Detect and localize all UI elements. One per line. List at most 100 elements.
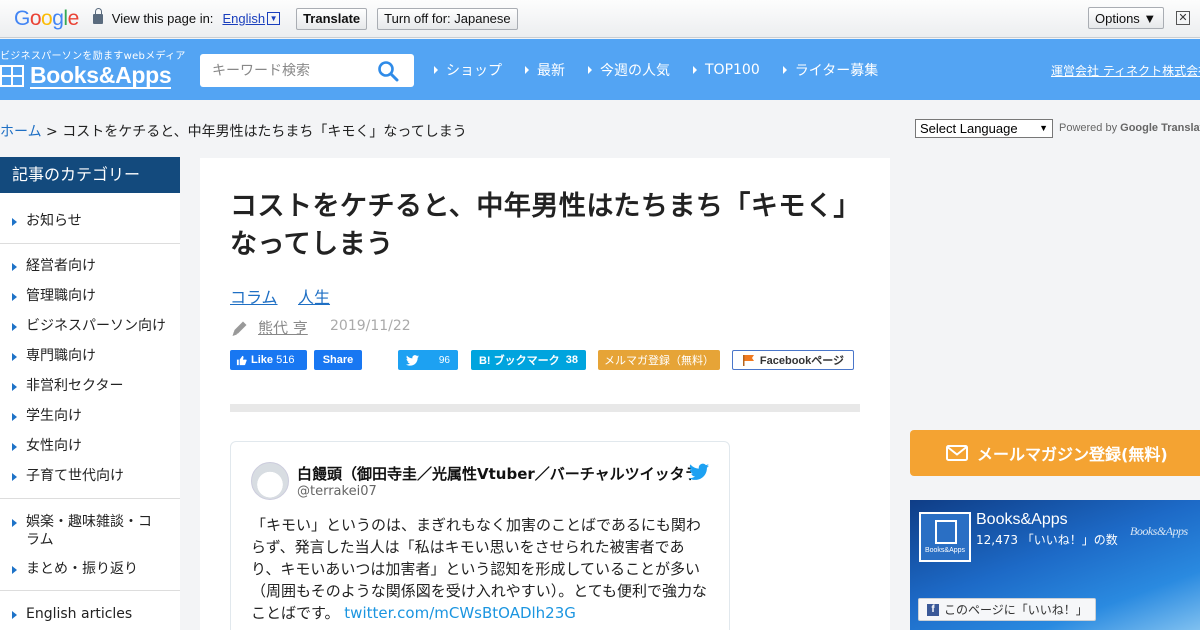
language-select[interactable]: Select Language ▼ (915, 119, 1053, 138)
translate-wordmark: Translate (1161, 122, 1200, 134)
search-icon[interactable] (377, 60, 399, 82)
nav-writers[interactable]: ライター募集 (782, 60, 879, 80)
pencil-icon (232, 321, 247, 336)
hatena-label: B! ブックマーク (478, 355, 560, 367)
google-logo: Google (14, 7, 79, 31)
mail-magazine-button[interactable]: メールマガジン登録(無料) (910, 430, 1200, 476)
facebook-page-button[interactable]: Facebookページ (732, 350, 854, 370)
sidebar-item-summary[interactable]: まとめ・振り返り (0, 560, 180, 578)
tweet-author-handle[interactable]: @terrakei07 (297, 484, 377, 499)
envelope-icon (946, 445, 968, 461)
options-button[interactable]: Options ▼ (1088, 7, 1164, 29)
sidebar-item-business[interactable]: ビジネスパーソン向け (0, 317, 180, 335)
facebook-page-like-label: このページに「いいね！」 (944, 603, 1088, 617)
nav-popular[interactable]: 今週の人気 (588, 60, 670, 80)
mailmag-button[interactable]: メルマガ登録（無料） (598, 350, 720, 370)
sidebar-item-entertainment[interactable]: 娯楽・趣味雑談・コラム (0, 513, 180, 549)
facebook-page-label: Facebookページ (759, 355, 845, 367)
tweet-button[interactable]: 96 (398, 350, 458, 370)
google-letter: o (29, 6, 42, 30)
sidebar-divider (0, 590, 180, 591)
facebook-share-button[interactable]: Share (314, 350, 362, 370)
tweet-author-name[interactable]: 白饅頭（御田寺圭／光属性Vtuber／バーチャルツイッタラー） (297, 463, 691, 484)
dropdown-arrow-icon[interactable]: ▼ (267, 12, 281, 25)
chevron-right-icon (434, 65, 438, 74)
lock-icon (92, 7, 103, 24)
nav-latest[interactable]: 最新 (525, 60, 565, 80)
nav-top100[interactable]: TOP100 (693, 62, 760, 78)
close-icon[interactable]: ✕ (1176, 11, 1190, 25)
tag-link-column[interactable]: コラム (230, 284, 278, 308)
turn-off-button[interactable]: Turn off for: Japanese (377, 7, 518, 30)
twitter-bird-icon[interactable] (689, 463, 709, 481)
facebook-logo-text: Books&Apps (921, 514, 969, 560)
sidebar-divider (0, 498, 180, 499)
translate-button[interactable]: Translate (296, 7, 368, 30)
sidebar-item-managers[interactable]: 管理職向け (0, 287, 180, 305)
facebook-page-widget: Books&Apps Books&Apps 12,473 「いいね！」の数 Bo… (910, 500, 1200, 630)
chevron-right-icon (782, 65, 787, 74)
author-link[interactable]: 熊代 亨 (258, 317, 308, 338)
flag-icon (742, 355, 754, 366)
main-nav: ショップ 最新 今週の人気 TOP100 ライター募集 (434, 39, 901, 100)
tweet-count: 96 (438, 354, 450, 366)
facebook-icon: f (927, 603, 939, 616)
facebook-page-name[interactable]: Books&Apps (976, 511, 1068, 529)
facebook-page-like-button[interactable]: f このページに「いいね！」 (918, 598, 1096, 621)
facebook-like-button[interactable]: Like 516 (230, 350, 307, 370)
chevron-down-icon: ▼ (1039, 123, 1048, 133)
sidebar-item-women[interactable]: 女性向け (0, 437, 180, 455)
breadcrumb: ホーム > コストをケチると、中年男性はたちまち「キモく」なってしまう (0, 121, 467, 141)
language-link[interactable]: English (222, 11, 265, 26)
sidebar-item-students[interactable]: 学生向け (0, 407, 180, 425)
embedded-tweet[interactable]: 白饅頭（御田寺圭／光属性Vtuber／バーチャルツイッタラー） @terrake… (230, 441, 730, 630)
google-letter: G (14, 6, 30, 30)
avatar[interactable] (251, 462, 289, 500)
chevron-right-icon (693, 65, 697, 74)
chevron-right-icon (588, 65, 592, 74)
sidebar-item-news[interactable]: お知らせ (0, 212, 180, 230)
category-sidebar: 記事のカテゴリー お知らせ 経営者向け 管理職向け ビジネスパーソン向け 専門職… (0, 157, 180, 630)
sidebar-item-professionals[interactable]: 専門職向け (0, 347, 180, 365)
publish-date: 2019/11/22 (330, 318, 411, 334)
sidebar-item-executives[interactable]: 経営者向け (0, 257, 180, 275)
mail-magazine-label: メールマガジン登録(無料) (977, 445, 1168, 464)
divider-bar (230, 404, 860, 412)
language-select-label: Select Language (920, 121, 1018, 136)
thumbs-up-icon (236, 355, 247, 365)
google-letter: o (41, 6, 53, 30)
google-wordmark: Google (1120, 122, 1159, 134)
nav-label: ライター募集 (794, 62, 879, 79)
facebook-like-count: 12,473 「いいね！」の数 (976, 533, 1118, 547)
sidebar-item-parents[interactable]: 子育て世代向け (0, 467, 180, 485)
facebook-page-logo[interactable]: Books&Apps (919, 512, 971, 562)
tweet-body: 「キモい」というのは、まぎれもなく加害のことばであるにも関わらず、発言した当人は… (251, 514, 711, 624)
google-letter: g (52, 6, 64, 30)
hatena-bookmark-button[interactable]: B! ブックマーク 38 (471, 350, 586, 370)
nav-label: 最新 (537, 62, 565, 79)
company-link[interactable]: 運営会社 ティネクト株式会社 (1051, 62, 1200, 79)
tweet-link[interactable]: twitter.com/mCWsBtOADlh23G (344, 604, 576, 622)
like-label: Like (251, 354, 274, 366)
breadcrumb-separator: > (41, 124, 63, 140)
site-header: ビジネスパーソンを励ますwebメディア Books&Apps ショップ 最新 今… (0, 39, 1200, 100)
breadcrumb-home[interactable]: ホーム (0, 124, 42, 140)
sidebar-item-english[interactable]: English articles (0, 605, 180, 623)
translate-bar: Google View this page in: English ▼ Tran… (0, 0, 1200, 38)
nav-label: 今週の人気 (600, 62, 670, 79)
like-count: 516 (276, 354, 295, 366)
google-letter: e (67, 6, 80, 30)
view-page-label: View this page in: (111, 11, 214, 26)
tag-link-life[interactable]: 人生 (298, 284, 330, 308)
twitter-bird-icon (406, 354, 419, 366)
article-title: コストをケチると、中年男性はたちまち「キモく」なってしまう (230, 191, 848, 260)
logo-tagline: ビジネスパーソンを励ますwebメディア (0, 51, 186, 62)
nav-label: TOP100 (705, 61, 760, 78)
sidebar-divider (0, 243, 180, 244)
facebook-cover-watermark: Books&Apps (1130, 524, 1188, 538)
sidebar-item-nonprofit[interactable]: 非営利セクター (0, 377, 180, 395)
nav-shop[interactable]: ショップ (434, 60, 502, 80)
nav-label: ショップ (446, 62, 502, 79)
chevron-right-icon (525, 65, 529, 74)
site-logo[interactable]: ビジネスパーソンを励ますwebメディア Books&Apps (0, 47, 185, 89)
